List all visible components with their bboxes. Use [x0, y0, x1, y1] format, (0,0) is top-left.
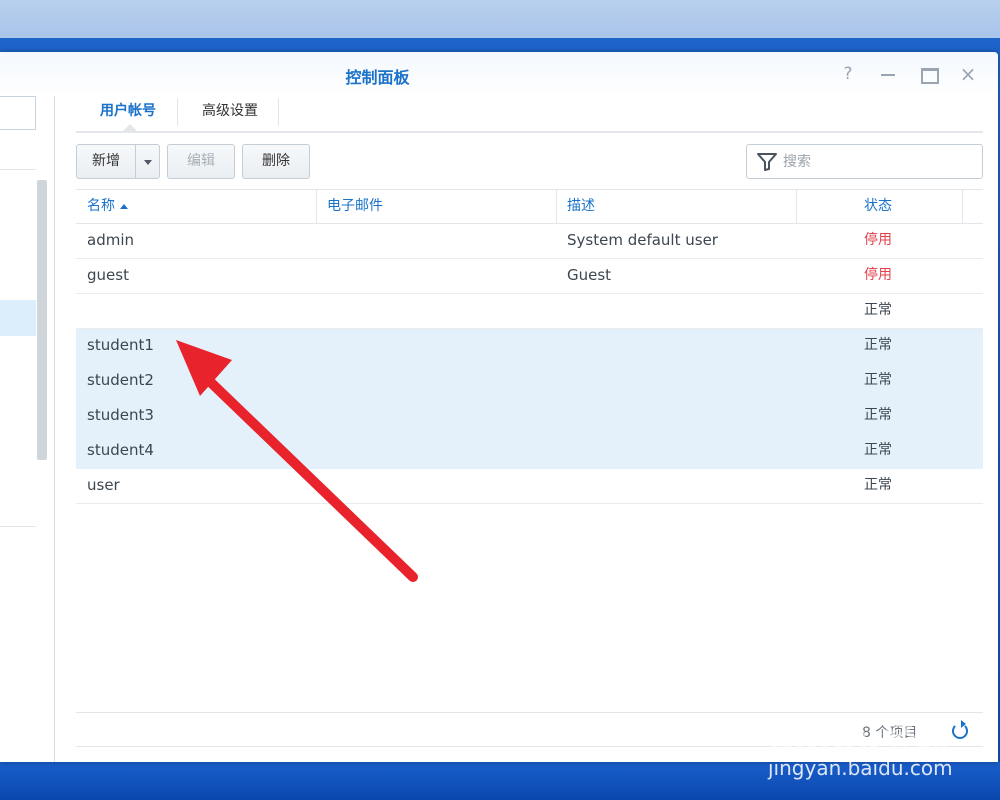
- cell-description: [556, 399, 796, 433]
- column-header-email[interactable]: 电子邮件: [316, 190, 556, 224]
- left-scrollbar[interactable]: [37, 180, 47, 460]
- cell-email: [316, 329, 556, 363]
- cell-description: Guest: [567, 266, 612, 284]
- table-row[interactable]: student2 正常: [76, 364, 983, 399]
- cell-name: guest: [87, 266, 129, 284]
- active-tab-indicator: [123, 124, 137, 131]
- edit-button[interactable]: 编辑: [167, 144, 235, 179]
- cell-description: [556, 329, 796, 363]
- cell-email: [316, 399, 556, 433]
- title-bar[interactable]: 控制面板 ? ×: [0, 52, 998, 96]
- table-row[interactable]: student1 正常: [76, 329, 983, 364]
- cell-name: admin: [87, 231, 134, 249]
- cell-status: 停用: [864, 232, 892, 248]
- table-row[interactable]: student4 正常: [76, 434, 983, 469]
- cell-email: [316, 294, 556, 328]
- cell-description: System default user: [567, 231, 718, 249]
- column-divider: [962, 190, 963, 224]
- cell-name: user: [87, 476, 120, 494]
- cell-status: 停用: [864, 267, 892, 283]
- column-divider: [796, 190, 797, 224]
- watermark-logo: Baidu经验: [768, 720, 953, 760]
- chevron-down-icon[interactable]: [135, 144, 160, 179]
- user-table: 名称 电子邮件 描述 状态 admin System default user 停用…: [76, 189, 983, 504]
- search-input[interactable]: [783, 151, 973, 173]
- refresh-icon[interactable]: [952, 720, 968, 739]
- tab-advanced-settings[interactable]: 高级设置: [184, 96, 276, 131]
- cell-status: 正常: [864, 407, 892, 423]
- minimize-icon[interactable]: [878, 64, 898, 84]
- maximize-icon[interactable]: [918, 64, 939, 84]
- column-header-description[interactable]: 描述: [556, 190, 796, 224]
- watermark-url: jingyan.baidu.com: [768, 756, 953, 780]
- cell-email: [316, 364, 556, 398]
- cell-status: 正常: [864, 302, 892, 318]
- tab-divider: [278, 98, 279, 126]
- table-row[interactable]: student3 正常: [76, 399, 983, 434]
- search-box[interactable]: [746, 144, 983, 179]
- left-search-field[interactable]: [0, 96, 36, 130]
- left-navigation-panel: [0, 96, 55, 762]
- help-icon[interactable]: ?: [838, 64, 858, 84]
- cell-status: 正常: [864, 442, 892, 458]
- divider: [0, 169, 36, 170]
- cell-status: 正常: [864, 337, 892, 353]
- cell-email: [316, 469, 556, 503]
- delete-button[interactable]: 删除: [242, 144, 310, 179]
- cell-name: student4: [87, 441, 154, 459]
- cell-description: [556, 294, 796, 328]
- column-header-name[interactable]: 名称: [76, 190, 316, 224]
- cell-email: [316, 434, 556, 468]
- control-panel-window: 控制面板 ? × 用户帐号 高级设置 新增 编辑 删除 名称 电子邮件 描: [0, 52, 998, 762]
- cell-name: student2: [87, 371, 154, 389]
- cell-description: [556, 469, 796, 503]
- window-title: 控制面板: [345, 68, 410, 87]
- sidebar-item-selected[interactable]: [0, 300, 36, 336]
- table-row[interactable]: admin System default user 停用: [76, 224, 983, 259]
- sort-asc-icon: [120, 203, 128, 209]
- cell-name: student1: [87, 336, 154, 354]
- cell-description: [556, 434, 796, 468]
- divider: [0, 526, 36, 527]
- cell-email: [316, 259, 556, 293]
- table-row[interactable]: user 正常: [76, 469, 983, 504]
- cell-status: 正常: [864, 477, 892, 493]
- cell-email: [316, 224, 556, 258]
- close-icon[interactable]: ×: [958, 64, 978, 84]
- tab-bar: 用户帐号 高级设置: [76, 96, 983, 133]
- cell-status: 正常: [864, 372, 892, 388]
- column-header-label: 名称: [87, 198, 115, 214]
- tab-divider: [177, 98, 178, 126]
- table-header: 名称 电子邮件 描述 状态: [76, 189, 983, 224]
- table-row[interactable]: 正常: [76, 294, 983, 329]
- cell-name: student3: [87, 406, 154, 424]
- add-button[interactable]: 新增: [76, 144, 136, 179]
- table-row[interactable]: guest Guest 停用: [76, 259, 983, 294]
- column-header-status[interactable]: 状态: [853, 190, 963, 224]
- cell-name: [76, 294, 316, 328]
- cell-description: [556, 364, 796, 398]
- filter-icon: [757, 153, 777, 171]
- table-body: admin System default user 停用 guest Guest 停用正常…: [76, 224, 983, 504]
